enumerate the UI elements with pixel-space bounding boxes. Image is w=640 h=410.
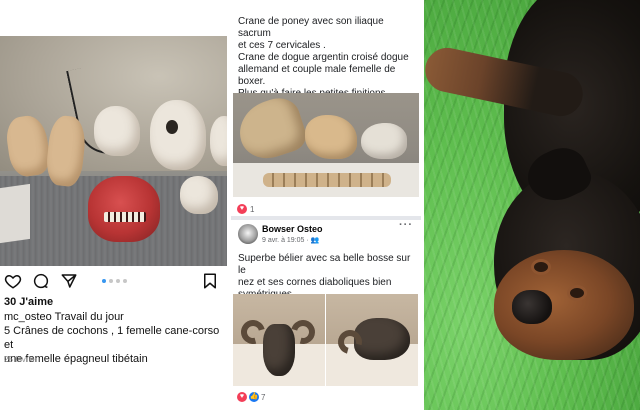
red-dog-skull xyxy=(88,176,160,242)
like-count[interactable]: 30 J'aime xyxy=(4,296,53,308)
ram-skull xyxy=(354,318,410,360)
more-options-button[interactable]: ··· xyxy=(399,219,413,231)
dog-nose xyxy=(512,290,552,324)
post-photo-skulls[interactable] xyxy=(0,36,227,266)
love-reaction-icon: ♥ xyxy=(237,392,247,402)
post2-reactions[interactable]: ♥ 👍 7 xyxy=(237,392,265,402)
dog-video-frame[interactable] xyxy=(424,0,640,410)
post2-photo-ram-front[interactable] xyxy=(233,294,325,386)
post2-photo-ram-side[interactable] xyxy=(326,294,418,386)
post-timestamp: 9 avr. à 19:05 · 👥 xyxy=(262,236,319,244)
pony-pelvis xyxy=(305,115,357,159)
red-skull-teeth xyxy=(104,212,146,222)
post1-photo[interactable] xyxy=(233,93,419,197)
reaction-count: 7 xyxy=(261,392,266,402)
heart-icon[interactable] xyxy=(4,272,22,290)
post1-text: Crane de poney avec son iliaque sacrum e… xyxy=(238,16,418,100)
post-text-line: Superbe bélier avec sa belle bosse sur l… xyxy=(238,253,411,276)
post-text-line: nez et ses cornes diaboliques bien xyxy=(238,277,392,288)
photo-cloth xyxy=(0,183,30,244)
skull-eye-socket xyxy=(166,120,178,134)
carousel-dot xyxy=(116,279,120,283)
carousel-dot xyxy=(109,279,113,283)
post-text-line: boxer. xyxy=(238,76,266,87)
post-text-line: Crane de poney avec son iliaque sacrum xyxy=(238,16,384,39)
pony-skull xyxy=(233,93,311,166)
post-author[interactable]: Bowser Osteo xyxy=(262,224,323,234)
like-reaction-icon: 👍 xyxy=(249,392,259,402)
pig-skull-2 xyxy=(150,100,206,170)
pig-skull-1 xyxy=(94,106,140,156)
post1-reactions[interactable]: ♥ 1 xyxy=(237,204,254,214)
facebook-feed: Crane de poney avec son iliaque sacrum e… xyxy=(231,0,421,410)
comment-icon[interactable] xyxy=(32,272,50,290)
post-text-line: allemand et couple male femelle de xyxy=(238,64,396,75)
caption-username[interactable]: mc_osteo xyxy=(4,311,52,323)
post-actions-bar xyxy=(4,272,223,292)
post-text-line: Crane de dogue argentin croisé dogue xyxy=(238,52,409,63)
post-text-line: et ces 7 cervicales . xyxy=(238,40,326,51)
small-dog-skull xyxy=(180,176,218,214)
dog-skull xyxy=(361,123,407,159)
dog-eye xyxy=(570,288,584,298)
post-divider xyxy=(231,216,421,220)
pig-skull-3 xyxy=(210,116,227,166)
cervical-vertebrae xyxy=(263,173,391,187)
carousel-dots xyxy=(102,279,127,283)
share-icon[interactable] xyxy=(60,272,78,290)
instagram-post: 30 J'aime mc_osteo Travail du jour 5 Crâ… xyxy=(0,0,227,410)
reaction-count: 1 xyxy=(250,204,255,214)
avatar[interactable] xyxy=(238,224,258,244)
love-reaction-icon: ♥ xyxy=(237,204,247,214)
carousel-dot-active xyxy=(102,279,106,283)
caption-line: Travail du jour xyxy=(54,311,124,323)
timestamp-text: 9 avr. à 19:05 · xyxy=(262,237,309,244)
caption-line: 5 Crânes de cochons , 1 femelle cane-cor… xyxy=(4,325,220,351)
bookmark-icon[interactable] xyxy=(201,272,219,290)
carousel-dot xyxy=(123,279,127,283)
post-date: 25 février xyxy=(4,355,38,364)
dog-eye xyxy=(534,262,548,272)
friends-icon: 👥 xyxy=(310,237,320,244)
